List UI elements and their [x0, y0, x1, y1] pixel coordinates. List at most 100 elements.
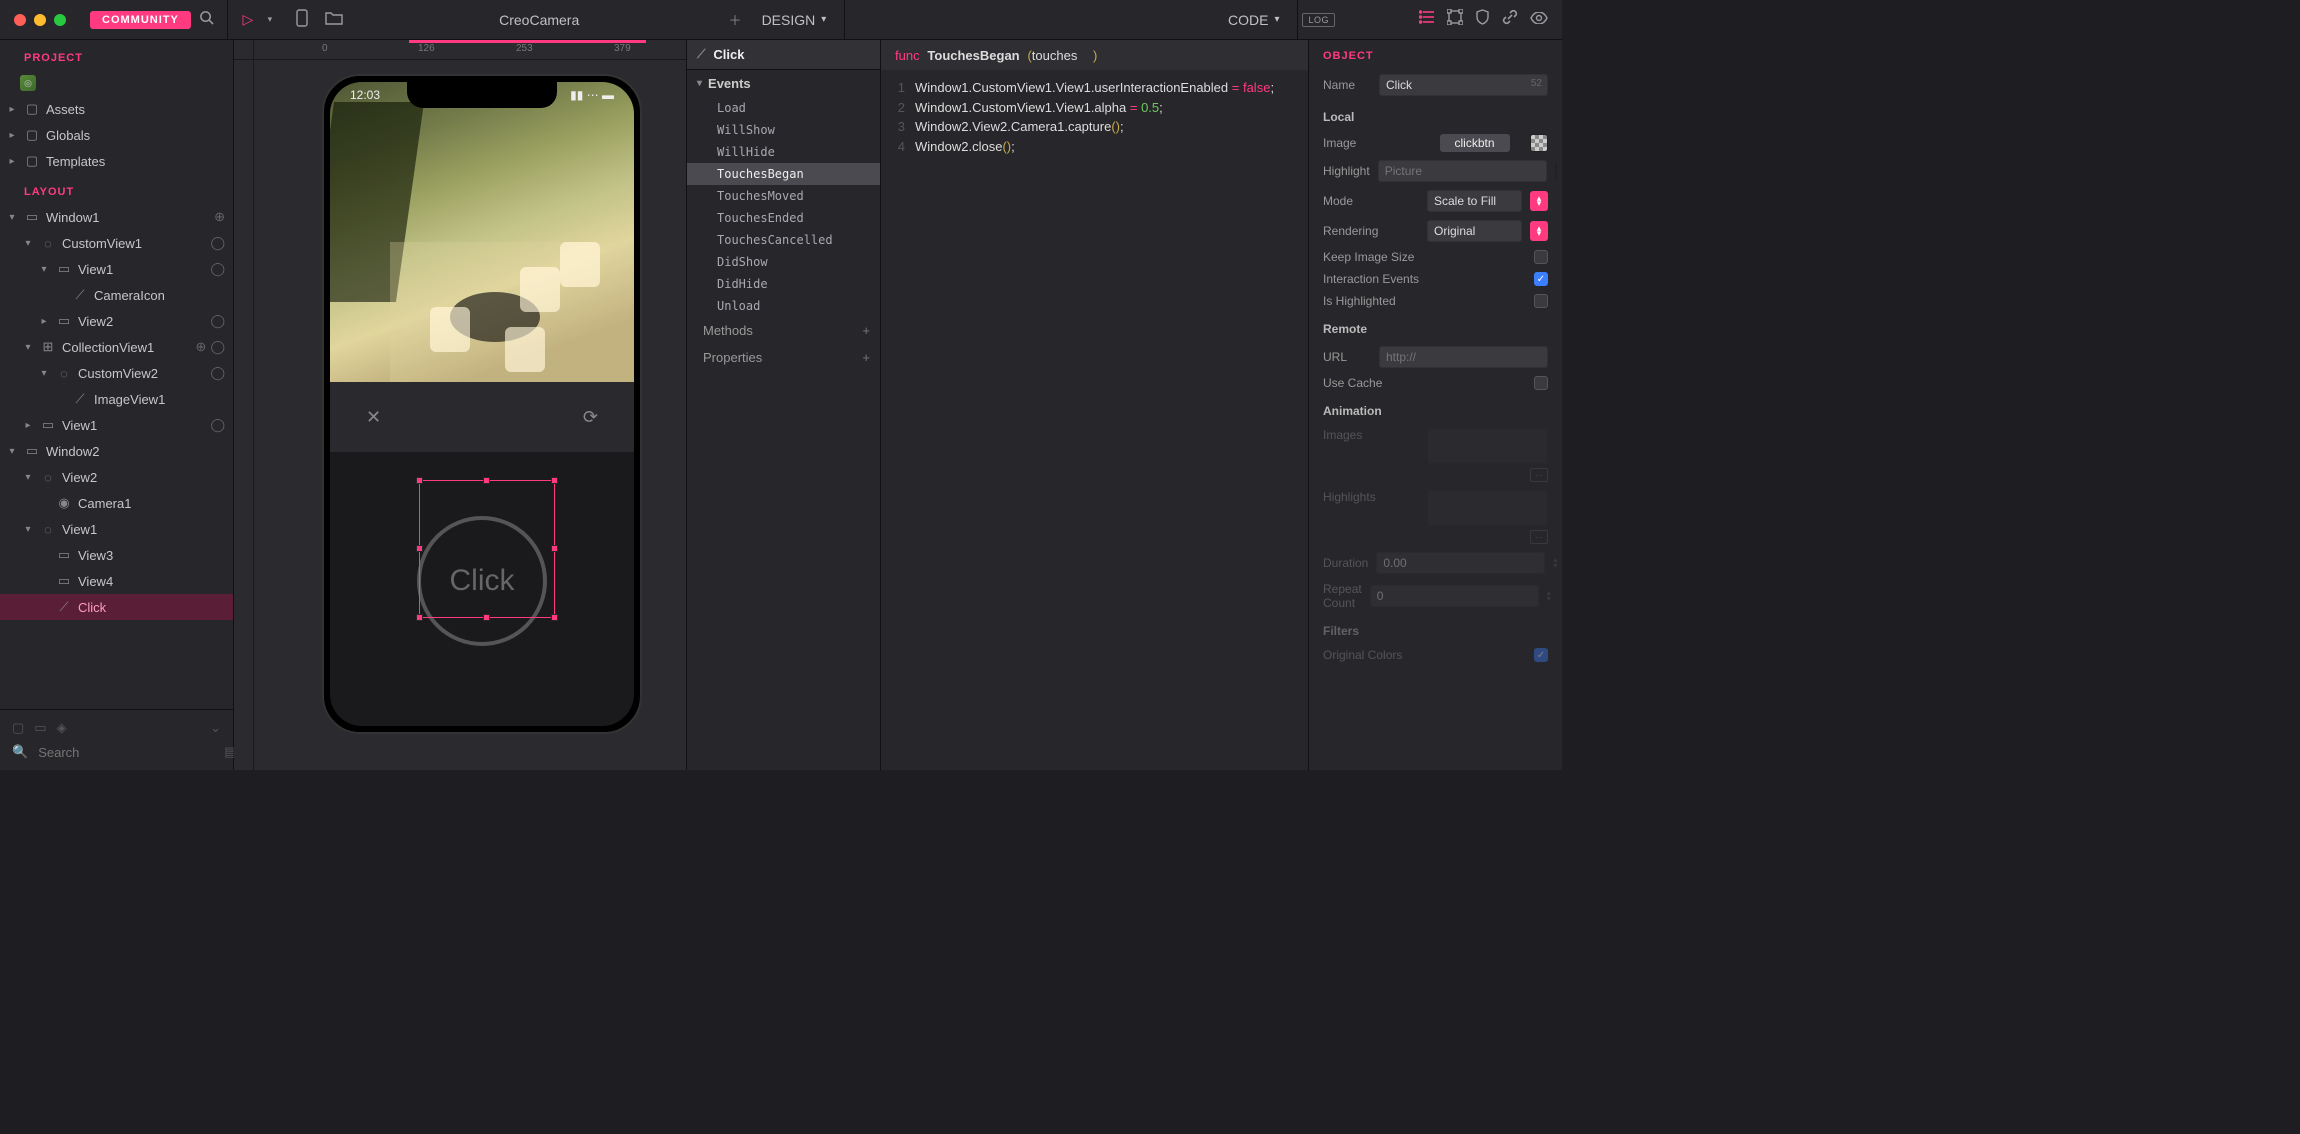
panel-icon[interactable]: ▭ [34, 720, 46, 736]
tree-item-assets[interactable]: ▸ ▢ Assets [0, 96, 233, 122]
close-icon[interactable]: ✕ [366, 407, 381, 428]
images-well[interactable] [1427, 428, 1548, 464]
cache-checkbox[interactable] [1534, 376, 1548, 390]
event-item-load[interactable]: Load [687, 97, 880, 119]
list-view-icon[interactable] [1419, 10, 1435, 29]
chevron-down-icon[interactable]: ⌄ [210, 720, 221, 736]
interaction-checkbox[interactable]: ✓ [1534, 272, 1548, 286]
refresh-icon[interactable]: ⟳ [583, 407, 598, 428]
stepper-icon[interactable]: ▴▾ [1553, 557, 1557, 569]
code-editor[interactable]: 1Window1.CustomView1.View1.userInteracti… [881, 70, 1308, 164]
tree-item-app[interactable]: ◎ [0, 70, 233, 96]
image-swatch[interactable] [1530, 134, 1548, 152]
tree-item-customview2[interactable]: ▾ ◌ CustomView2 ◯ [0, 360, 233, 386]
rendering-dropdown[interactable]: Original [1427, 220, 1522, 242]
disclosure-icon[interactable]: ▸ [38, 316, 50, 327]
more-icon[interactable]: ◯ [206, 235, 225, 251]
tree-item-window2[interactable]: ▾ ▭ Window2 [0, 438, 233, 464]
duration-input[interactable] [1376, 552, 1545, 574]
event-item-willhide[interactable]: WillHide [687, 141, 880, 163]
add-icon[interactable]: + [862, 323, 870, 338]
event-item-didhide[interactable]: DidHide [687, 273, 880, 295]
add-icon[interactable]: ⊕ [192, 339, 207, 355]
disclosure-icon[interactable]: ▸ [6, 130, 18, 141]
community-button[interactable]: COMMUNITY [90, 11, 191, 29]
methods-group-header[interactable]: Methods + [687, 317, 880, 344]
disclosure-icon[interactable]: ▾ [6, 212, 18, 223]
disclosure-icon[interactable]: ▸ [6, 156, 18, 167]
tree-item-collectionview1[interactable]: ▾ ⊞ CollectionView1 ⊕ ◯ [0, 334, 233, 360]
search-input[interactable] [38, 745, 214, 760]
stepper-icon[interactable]: ▴▾ [1547, 590, 1551, 602]
tree-item-click[interactable]: ⟋ Click [0, 594, 233, 620]
code-mode-dropdown[interactable]: CODE ▾ [1228, 12, 1279, 28]
ishighlighted-checkbox[interactable] [1534, 294, 1548, 308]
disclosure-icon[interactable]: ▾ [38, 368, 50, 379]
disclosure-icon[interactable]: ▾ [22, 524, 34, 535]
eye-icon[interactable] [1530, 11, 1548, 29]
disclosure-icon[interactable]: ▾ [22, 472, 34, 483]
more-icon[interactable]: ◯ [206, 417, 225, 433]
disclosure-icon[interactable]: ▾ [38, 264, 50, 275]
event-item-willshow[interactable]: WillShow [687, 119, 880, 141]
mode-dropdown[interactable]: Scale to Fill [1427, 190, 1522, 212]
tree-item-view3[interactable]: ▭ View3 [0, 542, 233, 568]
name-input[interactable] [1379, 74, 1548, 96]
tree-item-globals[interactable]: ▸ ▢ Globals [0, 122, 233, 148]
disclosure-icon[interactable]: ▸ [6, 104, 18, 115]
dropdown-caret-icon[interactable]: ▴▾ [1530, 221, 1548, 241]
click-button[interactable]: Click [417, 516, 547, 646]
tree-item-camera1[interactable]: ◉ Camera1 [0, 490, 233, 516]
tree-item-templates[interactable]: ▸ ▢ Templates [0, 148, 233, 174]
more-icon[interactable]: ◯ [206, 339, 225, 355]
event-item-unload[interactable]: Unload [687, 295, 880, 317]
design-mode-dropdown[interactable]: DESIGN ▾ [762, 12, 827, 28]
play-icon[interactable]: ▷ [238, 11, 258, 28]
edit-icon[interactable]: ⋯ [1530, 530, 1548, 544]
event-item-touchescancelled[interactable]: TouchesCancelled [687, 229, 880, 251]
tree-item-view1c[interactable]: ▾ ◌ View1 [0, 516, 233, 542]
dropdown-caret-icon[interactable]: ▴▾ [1530, 191, 1548, 211]
disclosure-icon[interactable]: ▸ [22, 420, 34, 431]
zoom-window-icon[interactable] [54, 14, 66, 26]
properties-group-header[interactable]: Properties + [687, 344, 880, 371]
highlight-input[interactable] [1378, 160, 1547, 182]
minimize-window-icon[interactable] [34, 14, 46, 26]
events-group-header[interactable]: ▾ Events [687, 70, 880, 97]
origcolors-checkbox[interactable]: ✓ [1534, 648, 1548, 662]
url-input[interactable] [1379, 346, 1548, 368]
keepsize-checkbox[interactable] [1534, 250, 1548, 264]
chevron-down-small-icon[interactable]: ▾ [260, 14, 280, 25]
event-item-touchesmoved[interactable]: TouchesMoved [687, 185, 880, 207]
device-icon[interactable] [292, 9, 312, 31]
folder-icon[interactable] [324, 10, 344, 29]
tree-item-view1b[interactable]: ▸ ▭ View1 ◯ [0, 412, 233, 438]
more-icon[interactable]: ◯ [206, 365, 225, 381]
tree-item-window1[interactable]: ▾ ▭ Window1 ⊕ [0, 204, 233, 230]
link-icon[interactable] [1502, 9, 1518, 30]
disclosure-icon[interactable]: ▾ [6, 446, 18, 457]
shield-icon[interactable] [1475, 9, 1490, 30]
more-icon[interactable]: ◯ [206, 261, 225, 277]
tree-item-cameraicon[interactable]: ⟋ CameraIcon [0, 282, 233, 308]
cube-icon[interactable]: ◈ [57, 720, 67, 736]
tree-item-imageview1[interactable]: ⟋ ImageView1 [0, 386, 233, 412]
tree-item-view2[interactable]: ▸ ▭ View2 ◯ [0, 308, 233, 334]
highlights-well[interactable] [1427, 490, 1548, 526]
search-icon[interactable] [197, 10, 217, 29]
tree-item-view1[interactable]: ▾ ▭ View1 ◯ [0, 256, 233, 282]
canvas-area[interactable]: 12:03 ▮▮ ⋯ ▬ ✕ ⟳ [254, 60, 686, 770]
more-icon[interactable]: ◯ [206, 313, 225, 329]
close-window-icon[interactable] [14, 14, 26, 26]
panel-icon[interactable]: ▢ [12, 720, 24, 736]
tree-item-customview1[interactable]: ▾ ◌ CustomView1 ◯ [0, 230, 233, 256]
image-chip[interactable]: clickbtn [1440, 134, 1510, 152]
add-tab-icon[interactable]: ＋ [729, 10, 742, 29]
repeat-input[interactable] [1370, 585, 1539, 607]
tree-item-view4[interactable]: ▭ View4 [0, 568, 233, 594]
highlight-swatch[interactable] [1555, 162, 1557, 180]
edit-icon[interactable]: ⋯ [1530, 468, 1548, 482]
disclosure-icon[interactable]: ▾ [22, 238, 34, 249]
event-item-didshow[interactable]: DidShow [687, 251, 880, 273]
add-icon[interactable]: ⊕ [210, 209, 225, 225]
